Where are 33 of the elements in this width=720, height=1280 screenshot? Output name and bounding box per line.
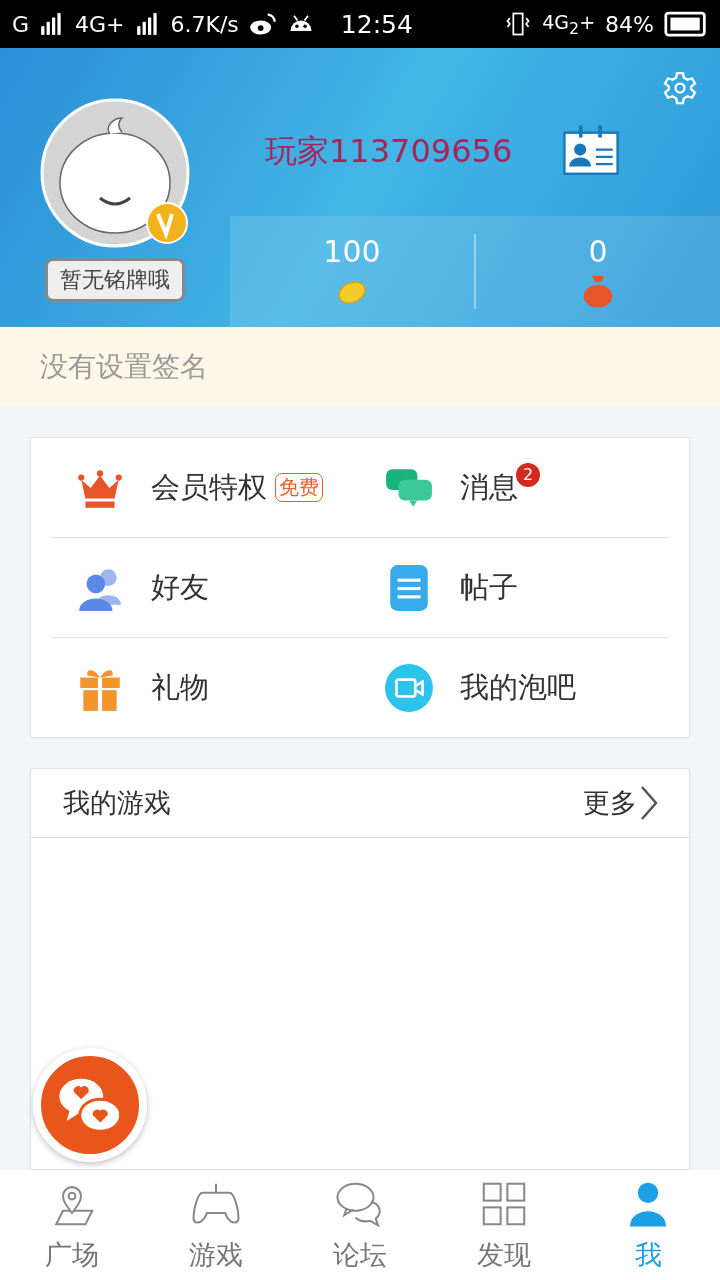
nav-tab[interactable]: 论坛 xyxy=(288,1170,432,1280)
battery-level: 84% xyxy=(605,11,654,37)
section-title: 我的游戏 xyxy=(63,786,171,820)
settings-icon[interactable] xyxy=(662,70,698,106)
menu-label: 礼物 xyxy=(151,668,209,706)
carrier: G xyxy=(12,11,30,37)
network-type: 4G+ xyxy=(75,11,125,37)
menu-item[interactable]: 会员特权 免费 xyxy=(51,438,360,537)
nameplate-badge: 暂无铭牌哦 xyxy=(45,258,185,302)
clock: 12:54 xyxy=(340,9,413,39)
menu-label: 我的泡吧 xyxy=(460,668,576,706)
stat-value: 0 xyxy=(588,234,608,269)
chevron-icon xyxy=(639,785,659,821)
nav-tab[interactable]: 广场 xyxy=(0,1170,144,1280)
menu-item[interactable]: 帖子 xyxy=(360,537,669,637)
avatar[interactable] xyxy=(40,98,190,248)
network-speed: 6.7K/s xyxy=(170,11,239,37)
menu-label: 会员特权 xyxy=(151,468,267,506)
username: 玩家113709656 xyxy=(265,131,513,172)
menu-label: 帖子 xyxy=(460,568,518,606)
nav-tab[interactable]: 发现 xyxy=(432,1170,576,1280)
video-camera-icon xyxy=(384,662,434,713)
menu-label: 消息 xyxy=(460,468,518,506)
menu-label: 好友 xyxy=(151,568,209,606)
network-type: 4G$_{2}$+ xyxy=(542,10,596,38)
more-link[interactable]: 更多 xyxy=(583,785,659,821)
menu-item[interactable]: 好友 xyxy=(51,537,360,637)
count-badge: 2 xyxy=(516,462,540,487)
menu-item[interactable]: 我的泡吧 xyxy=(360,637,669,737)
nav-tab[interactable]: 游戏 xyxy=(144,1170,288,1280)
stat-value: 100 xyxy=(323,234,381,269)
tag: 免费 xyxy=(275,473,323,502)
menu-item[interactable]: 礼物 xyxy=(51,637,360,737)
